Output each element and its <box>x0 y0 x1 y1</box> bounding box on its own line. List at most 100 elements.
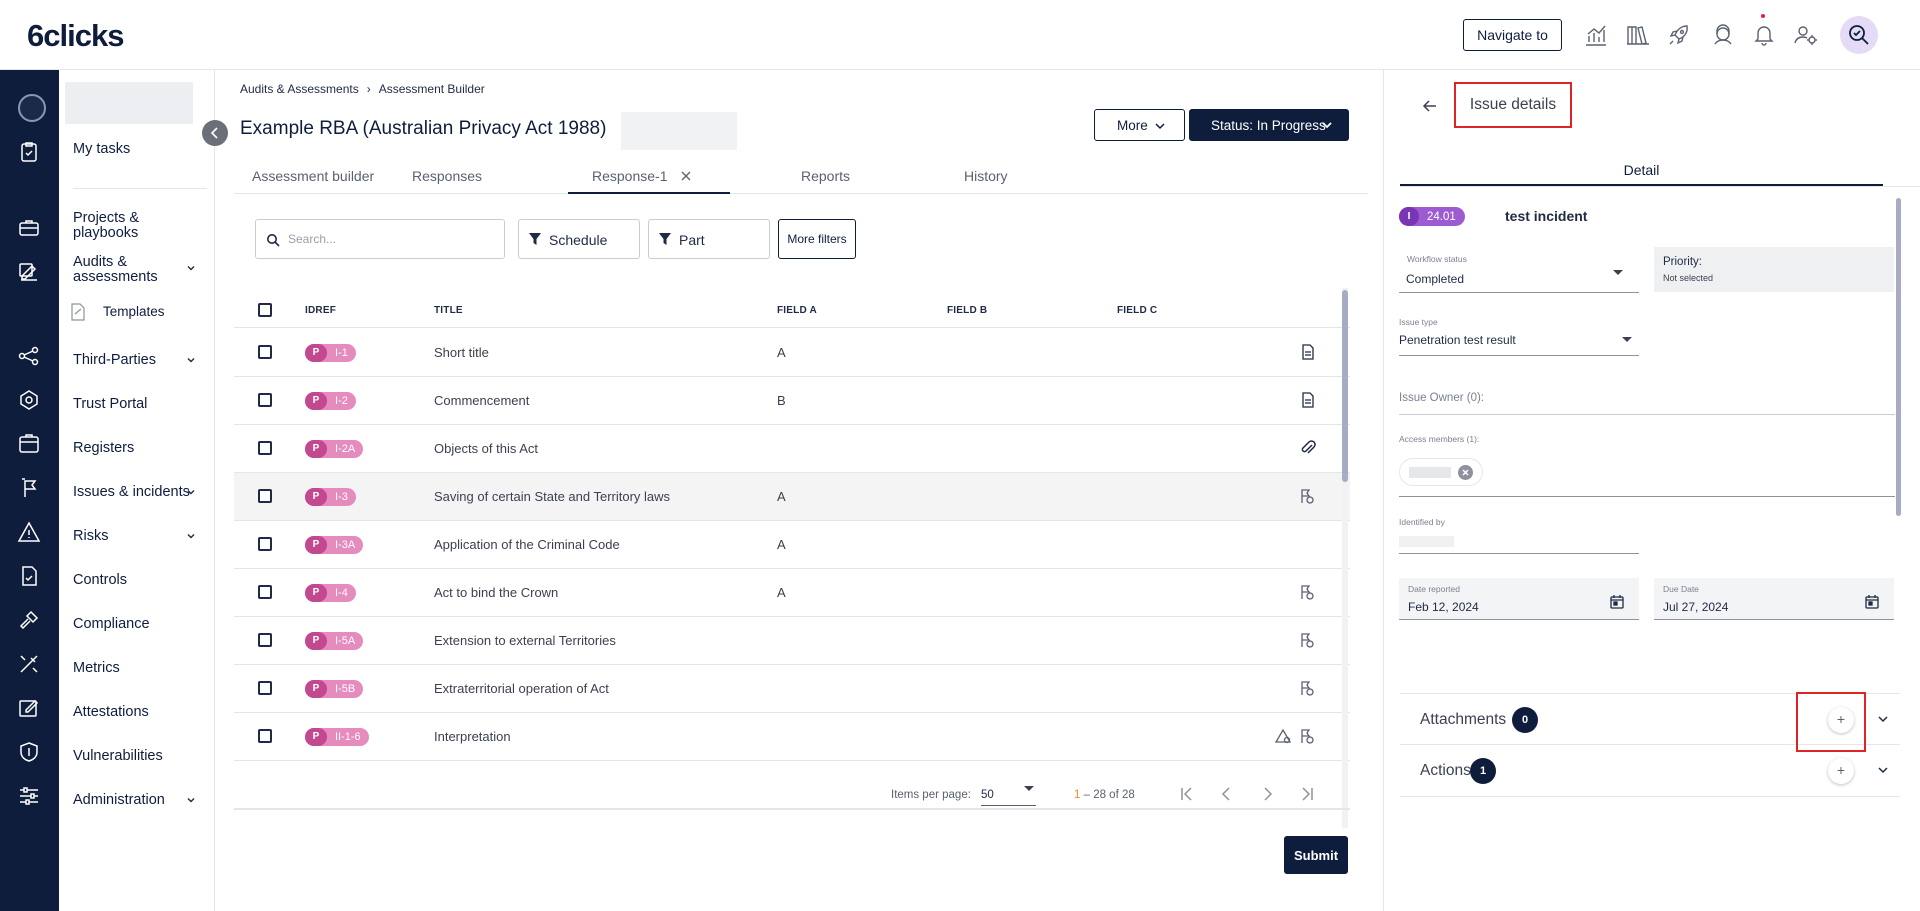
table-row[interactable]: P I-3A Application of the Criminal Code A <box>234 521 1350 569</box>
remove-member-icon[interactable] <box>1458 465 1473 480</box>
sidebar-item-issues[interactable]: Issues & incidents <box>73 485 190 500</box>
sidebar-item-projects[interactable]: Projects & playbooks <box>73 211 153 241</box>
sidebar-item-compliance[interactable]: Compliance <box>73 617 150 632</box>
column-header-field-b[interactable]: FIELD B <box>947 305 987 316</box>
administration-sliders-icon[interactable] <box>17 784 41 808</box>
tab-detail[interactable]: Detail <box>1400 156 1883 186</box>
issue-owner-field[interactable]: Issue Owner (0): <box>1399 392 1484 404</box>
column-header-title[interactable]: TITLE <box>434 305 463 316</box>
chevron-down-icon[interactable] <box>185 486 197 498</box>
app-logo[interactable]: 6clicks <box>27 18 124 54</box>
sidebar-item-registers[interactable]: Registers <box>73 441 134 456</box>
table-row[interactable]: P I-4 Act to bind the Crown A <box>234 569 1350 617</box>
row-checkbox[interactable] <box>258 537 272 551</box>
attachment-paperclip-icon[interactable] <box>1299 439 1317 457</box>
issues-icon[interactable] <box>17 476 41 500</box>
items-per-page-select[interactable]: 50 <box>981 789 994 801</box>
column-header-idref[interactable]: IDREF <box>305 305 336 316</box>
row-checkbox[interactable] <box>258 393 272 407</box>
row-checkbox[interactable] <box>258 489 272 503</box>
issue-link-icon[interactable] <box>1297 631 1315 649</box>
calendar-icon[interactable] <box>1609 594 1625 610</box>
issue-link-icon[interactable] <box>1297 727 1315 745</box>
search-input[interactable]: Search... <box>255 219 505 259</box>
attestations-icon[interactable] <box>17 696 41 720</box>
metrics-icon[interactable] <box>17 652 41 676</box>
trust-portal-icon[interactable] <box>17 388 41 412</box>
sidebar-item-templates[interactable]: Templates <box>103 304 165 319</box>
back-arrow-icon[interactable] <box>1420 96 1440 116</box>
add-action-button[interactable]: + <box>1828 758 1854 784</box>
submit-button[interactable]: Submit <box>1284 836 1348 874</box>
column-header-field-c[interactable]: FIELD C <box>1117 305 1157 316</box>
sidebar-item-my-tasks[interactable]: My tasks <box>73 142 130 157</box>
issue-type-dropdown-arrow-icon[interactable] <box>1622 337 1632 342</box>
library-icon[interactable] <box>1625 22 1651 48</box>
workflow-dropdown-arrow-icon[interactable] <box>1613 270 1623 275</box>
panel-scrollbar[interactable] <box>1896 198 1901 516</box>
due-date-field[interactable]: Due Date Jul 27, 2024 <box>1654 578 1894 620</box>
items-per-page-arrow-icon[interactable] <box>1024 786 1034 791</box>
sidebar-item-administration[interactable]: Administration <box>73 793 165 808</box>
calendar-icon[interactable] <box>1864 594 1880 610</box>
chevron-down-icon[interactable] <box>185 530 197 542</box>
chevron-down-icon[interactable] <box>185 794 197 806</box>
projects-icon[interactable] <box>17 216 41 240</box>
sidebar-item-trust-portal[interactable]: Trust Portal <box>73 397 147 412</box>
tab-response-1[interactable]: Response-1 <box>592 168 668 184</box>
table-row[interactable]: P I-5A Extension to external Territories <box>234 617 1350 665</box>
breadcrumb-root[interactable]: Audits & Assessments <box>240 82 359 96</box>
sidebar-item-risks[interactable]: Risks <box>73 529 108 544</box>
navigate-to-button[interactable]: Navigate to <box>1463 19 1562 51</box>
sidebar-item-metrics[interactable]: Metrics <box>73 661 120 676</box>
date-reported-field[interactable]: Date reported Feb 12, 2024 <box>1399 578 1639 620</box>
tasks-icon[interactable] <box>17 140 41 164</box>
document-icon[interactable] <box>1299 343 1317 361</box>
more-button[interactable]: More <box>1094 109 1185 141</box>
row-checkbox[interactable] <box>258 729 272 743</box>
audits-icon[interactable] <box>17 260 41 284</box>
table-row[interactable]: P I-1 Short title A <box>234 329 1350 377</box>
risks-warning-icon[interactable] <box>17 520 41 544</box>
tab-assessment-builder[interactable]: Assessment builder <box>252 168 374 184</box>
close-tab-icon[interactable] <box>680 170 692 182</box>
column-header-field-a[interactable]: FIELD A <box>777 305 817 316</box>
sidebar-item-third-parties[interactable]: Third-Parties <box>73 353 156 368</box>
last-page-icon[interactable] <box>1296 783 1318 805</box>
identified-by-placeholder[interactable] <box>1399 536 1454 547</box>
schedule-filter[interactable]: Schedule <box>518 219 640 259</box>
actions-section[interactable]: Actions 1 + <box>1400 745 1900 797</box>
sidebar-item-audits[interactable]: Audits & assessments <box>73 255 163 285</box>
next-page-icon[interactable] <box>1256 783 1278 805</box>
document-icon[interactable] <box>1299 391 1317 409</box>
table-row[interactable]: P I-3 Saving of certain State and Territo… <box>234 473 1350 521</box>
registers-icon[interactable] <box>17 432 41 456</box>
previous-page-icon[interactable] <box>1216 783 1238 805</box>
row-checkbox[interactable] <box>258 633 272 647</box>
user-avatar[interactable] <box>1840 16 1878 54</box>
rocket-icon[interactable] <box>1666 22 1692 48</box>
table-row[interactable]: P I-5B Extraterritorial operation of Act <box>234 665 1350 713</box>
row-checkbox[interactable] <box>258 441 272 455</box>
workflow-status-select[interactable]: Completed <box>1406 272 1464 286</box>
vulnerabilities-shield-icon[interactable] <box>17 740 41 764</box>
sidebar-item-attestations[interactable]: Attestations <box>73 705 149 720</box>
workspace-avatar[interactable] <box>18 94 46 122</box>
tab-history[interactable]: History <box>964 168 1008 184</box>
chevron-down-icon[interactable] <box>185 262 197 274</box>
first-page-icon[interactable] <box>1176 783 1198 805</box>
risk-warning-icon[interactable] <box>1274 727 1292 745</box>
tab-responses[interactable]: Responses <box>412 168 482 184</box>
more-filters-button[interactable]: More filters <box>778 219 856 259</box>
third-parties-icon[interactable] <box>17 344 41 368</box>
issue-link-icon[interactable] <box>1297 583 1315 601</box>
tab-reports[interactable]: Reports <box>801 168 850 184</box>
row-checkbox[interactable] <box>258 585 272 599</box>
table-row[interactable]: P I-2A Objects of this Act <box>234 425 1350 473</box>
notifications-bell-icon[interactable] <box>1751 22 1777 48</box>
analytics-icon[interactable] <box>1583 22 1609 48</box>
issue-link-icon[interactable] <box>1297 487 1315 505</box>
part-filter[interactable]: Part <box>648 219 770 259</box>
controls-icon[interactable] <box>17 564 41 588</box>
issue-type-select[interactable]: Penetration test result <box>1399 333 1516 347</box>
